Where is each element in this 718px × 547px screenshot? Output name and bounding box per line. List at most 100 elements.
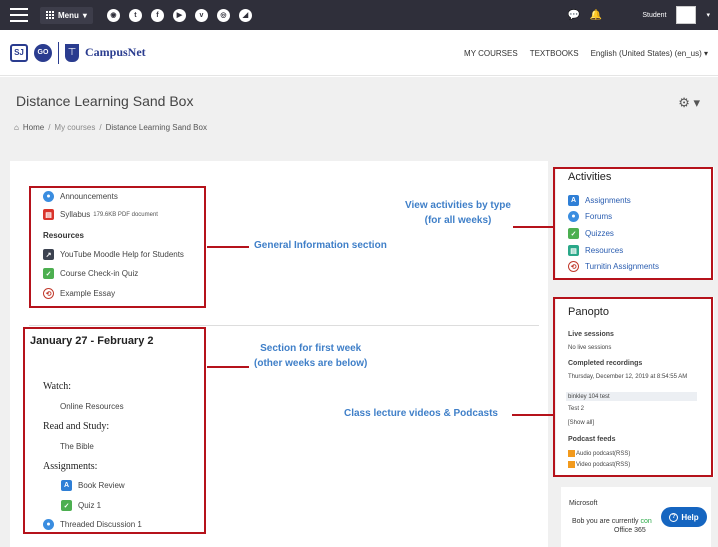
chat-icon[interactable]: 💬 — [567, 10, 579, 21]
breadcrumb-separator: / — [99, 123, 102, 132]
help-button[interactable]: ? Help — [661, 507, 707, 527]
grid-icon — [46, 11, 54, 19]
url-link-icon: ↗ — [43, 249, 54, 260]
file-meta: 179.6KB PDF document — [93, 211, 158, 218]
online-resources-link[interactable]: Online Resources — [60, 402, 124, 411]
video-podcast-link[interactable]: Video podcast(RSS) — [568, 461, 630, 469]
sj-logo[interactable]: SJ — [10, 43, 28, 62]
rss-icon[interactable]: ◢ — [238, 8, 252, 22]
podcast-feeds-heading: Podcast feeds — [568, 436, 616, 443]
rss-tag: (RSS) — [614, 451, 631, 458]
nav-my-courses[interactable]: MY COURSES — [464, 49, 518, 58]
annotation-activities-line1: View activities by type — [405, 200, 511, 211]
quiz-check-icon: ✓ — [43, 268, 54, 279]
assignments-heading: Assignments: — [43, 461, 98, 472]
activities-title: Activities — [568, 171, 612, 183]
activity-checkin-quiz[interactable]: ✓ Course Check-in Quiz — [43, 268, 138, 279]
activity-quiz-1[interactable]: ✓ Quiz 1 — [61, 500, 101, 511]
pdf-icon: ▤ — [43, 209, 54, 220]
annotation-general: General Information section — [254, 240, 387, 251]
show-all-link[interactable]: [Show all] — [568, 419, 594, 427]
forum-icon: ● — [568, 211, 579, 222]
quiz-check-icon: ✓ — [568, 228, 579, 239]
page-header: Distance Learning Sand Box ⚙ ▾ ⌂ Home / … — [0, 77, 718, 161]
recording-item[interactable]: binkley 104 test — [568, 393, 610, 401]
live-sessions-status: No live sessions — [568, 345, 612, 351]
audio-podcast-link[interactable]: Audio podcast(RSS) — [568, 450, 630, 458]
podcast-label: Video podcast — [576, 462, 614, 469]
activity-label: Quiz 1 — [78, 501, 102, 510]
page-title: Distance Learning Sand Box — [16, 93, 194, 109]
activities-quizzes[interactable]: ✓ Quizzes — [568, 228, 614, 239]
activity-label: Announcements — [60, 192, 118, 201]
hamburger-menu-icon[interactable] — [10, 8, 28, 22]
week-title: January 27 - February 2 — [30, 335, 154, 347]
activity-label: YouTube Moodle Help for Students — [60, 250, 184, 259]
annotation-lectures: Class lecture videos & Podcasts — [344, 408, 498, 419]
annotation-arrow — [513, 226, 553, 228]
breadcrumb-my-courses[interactable]: My courses — [54, 123, 95, 132]
activities-turnitin[interactable]: ⟲ Turnitin Assignments — [568, 261, 659, 272]
breadcrumb-current: Distance Learning Sand Box — [105, 123, 207, 132]
user-area: 💬 🔔 Student ▾ — [567, 0, 710, 30]
gear-icon[interactable]: ⚙ ▾ — [678, 95, 700, 111]
top-navbar: Menu ▾ ◉ t f ▶ v ◎ ◢ 💬 🔔 Student ▾ — [0, 0, 718, 30]
microsoft-status-connected: con — [640, 518, 652, 525]
activity-announcements[interactable]: ● Announcements — [43, 191, 118, 202]
vimeo-icon[interactable]: v — [194, 8, 208, 22]
nav-links: MY COURSES TEXTBOOKS English (United Sta… — [464, 30, 708, 76]
annotation-arrow — [207, 366, 249, 368]
bible-link[interactable]: The Bible — [60, 442, 94, 451]
nav-textbooks[interactable]: TEXTBOOKS — [530, 49, 579, 58]
globe-icon[interactable]: ◉ — [106, 8, 120, 22]
activities-resources[interactable]: ▤ Resources — [568, 245, 623, 256]
link-label: Online Resources — [60, 402, 124, 411]
activity-book-review[interactable]: A Book Review — [61, 480, 125, 491]
activity-label: Syllabus — [60, 210, 91, 219]
activity-label: Book Review — [78, 481, 125, 490]
section-divider — [29, 325, 539, 326]
watch-heading: Watch: — [43, 381, 72, 392]
activities-forums[interactable]: ● Forums — [568, 211, 612, 222]
activity-youtube-help[interactable]: ↗ YouTube Moodle Help for Students — [43, 249, 184, 260]
activity-label: Threaded Discussion 1 — [60, 520, 142, 529]
activity-type-label: Assignments — [585, 196, 631, 205]
activities-assignments[interactable]: A Assignments — [568, 195, 631, 206]
brand-name[interactable]: CampusNet — [85, 45, 146, 60]
link-label: The Bible — [60, 442, 94, 451]
instagram-icon[interactable]: ◎ — [216, 8, 230, 22]
activity-syllabus[interactable]: ▤ Syllabus 179.6KB PDF document — [43, 209, 158, 220]
annotation-arrow — [512, 414, 553, 416]
activity-type-label: Quizzes — [585, 229, 614, 238]
rss-tag: (RSS) — [613, 462, 631, 469]
turnitin-icon: ⟲ — [43, 288, 54, 299]
user-name[interactable]: Student — [642, 12, 666, 19]
recording-item[interactable]: Test 2 — [568, 405, 584, 413]
microsoft-status-text: Bob you are currently — [572, 518, 641, 525]
youtube-icon[interactable]: ▶ — [172, 8, 186, 22]
activity-type-label: Forums — [585, 212, 613, 221]
go-logo[interactable]: GO — [34, 43, 52, 62]
resources-heading: Resources — [43, 231, 84, 240]
rss-icon — [568, 461, 575, 468]
microsoft-status: Bob you are currently con — [572, 518, 652, 525]
breadcrumb: ⌂ Home / My courses / Distance Learning … — [14, 123, 207, 132]
menu-button[interactable]: Menu ▾ — [40, 6, 93, 24]
recording-date: Thursday, December 12, 2019 at 8:54:55 A… — [568, 374, 688, 380]
activity-threaded-discussion[interactable]: ● Threaded Discussion 1 — [43, 519, 142, 530]
shield-logo-icon[interactable]: ⊤ — [65, 43, 79, 62]
facebook-icon[interactable]: f — [150, 8, 164, 22]
office-365-label: Office 365 — [614, 527, 646, 534]
help-label: Help — [681, 512, 699, 522]
bell-icon[interactable]: 🔔 — [590, 10, 602, 21]
twitter-icon[interactable]: t — [128, 8, 142, 22]
breadcrumb-home[interactable]: Home — [23, 123, 44, 132]
turnitin-icon: ⟲ — [568, 261, 579, 272]
language-selector[interactable]: English (United States) (en_us) ▾ — [591, 49, 708, 58]
panopto-title: Panopto — [568, 306, 609, 318]
activity-example-essay[interactable]: ⟲ Example Essay — [43, 288, 115, 299]
user-menu-chevron-icon[interactable]: ▾ — [706, 11, 710, 19]
annotation-activities-line2: (for all weeks) — [424, 214, 492, 226]
avatar[interactable] — [676, 6, 697, 24]
live-sessions-heading: Live sessions — [568, 331, 614, 338]
